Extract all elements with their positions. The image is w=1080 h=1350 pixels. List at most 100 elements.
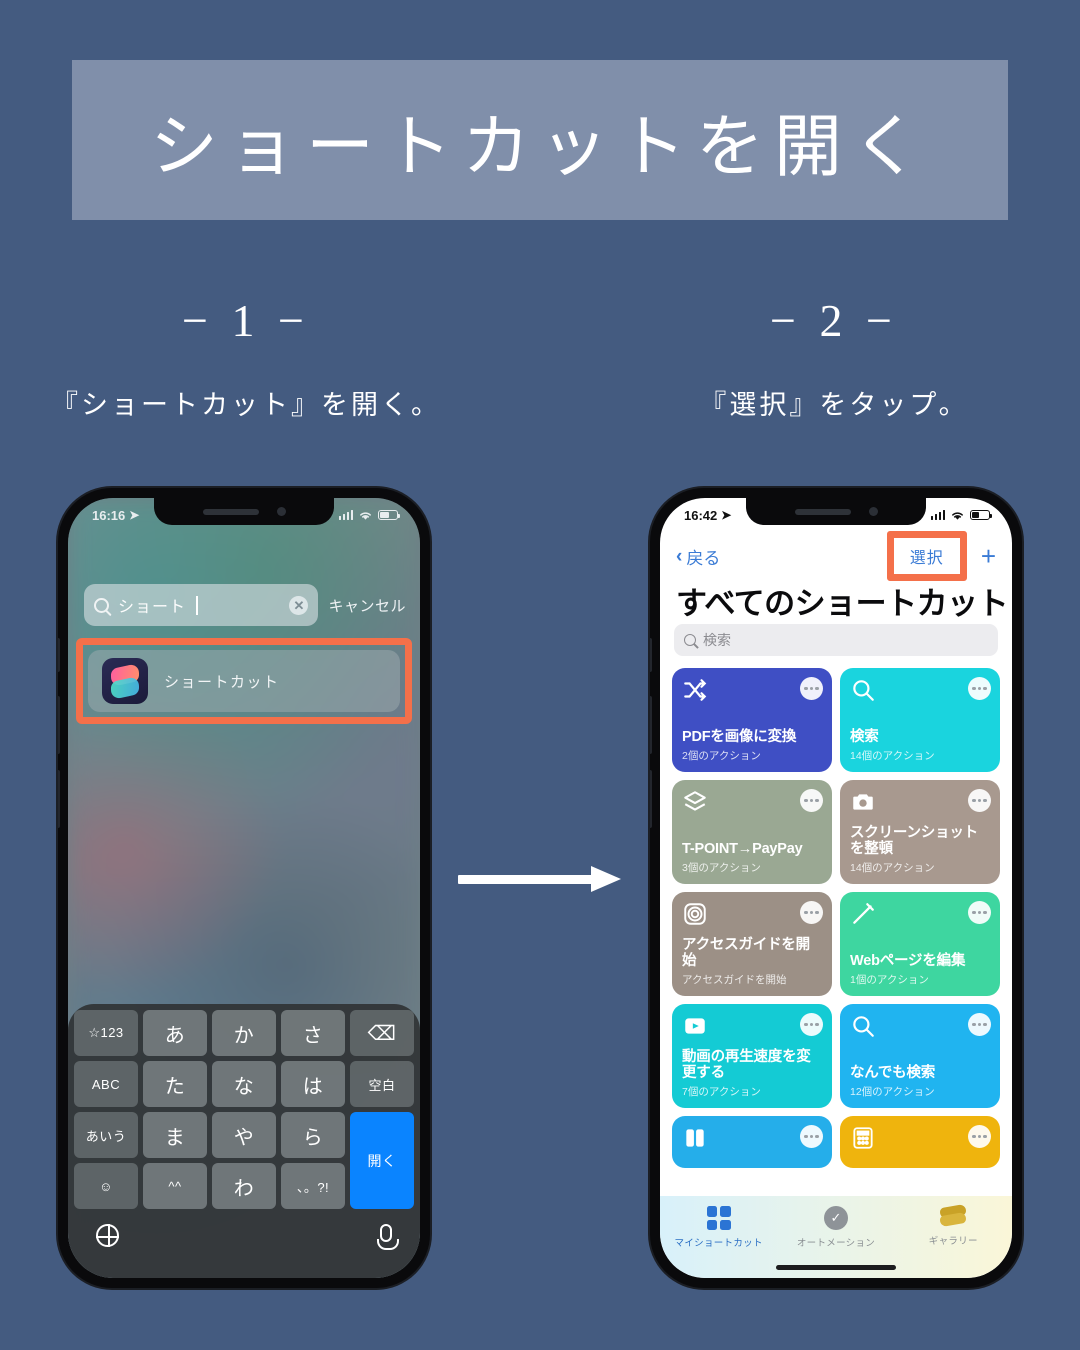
key-ka[interactable]: か: [212, 1010, 276, 1056]
tab-label: マイショートカット: [674, 1238, 763, 1249]
key-ha[interactable]: は: [281, 1061, 345, 1107]
battery-icon: [970, 510, 992, 520]
tile-subtitle: 7個のアクション: [682, 1086, 761, 1098]
search-result-shortcuts-app[interactable]: ショートカット: [88, 650, 400, 712]
more-options-icon[interactable]: [800, 677, 823, 700]
tile-name: アクセスガイドを開始: [682, 936, 810, 970]
status-time: 16:16: [92, 507, 126, 523]
globe-icon[interactable]: [96, 1224, 119, 1247]
shortcut-tile[interactable]: [672, 1116, 832, 1168]
tile-subtitle: 1個のアクション: [850, 974, 929, 986]
signal-icon: [930, 510, 945, 520]
navigation-bar: ‹ 戻る 選択 +: [660, 531, 1012, 581]
search-icon: [853, 1016, 874, 1037]
tab-label: ギャラリー: [928, 1236, 978, 1247]
key-sa[interactable]: さ: [281, 1010, 345, 1056]
tile-subtitle: アクセスガイドを開始: [682, 974, 787, 986]
more-options-icon[interactable]: [968, 677, 991, 700]
tile-name: なんでも検索: [850, 1065, 936, 1082]
key-ra[interactable]: ら: [281, 1112, 345, 1158]
tile-subtitle: 3個のアクション: [682, 862, 761, 874]
wifi-icon: [360, 511, 371, 520]
shortcut-tile[interactable]: アクセスガイドを開始 アクセスガイドを開始: [672, 892, 832, 996]
tab-my-shortcuts[interactable]: マイショートカット: [661, 1206, 777, 1249]
notch: [746, 498, 926, 525]
pencil-icon: [853, 903, 874, 924]
key-abc[interactable]: ABC: [74, 1061, 138, 1107]
signal-icon: [338, 510, 353, 520]
shortcut-tile[interactable]: スクリーンショットを整頓 14個のアクション: [840, 780, 1000, 884]
key-open-return[interactable]: 開く: [350, 1112, 414, 1209]
shortcut-tile[interactable]: なんでも検索 12個のアクション: [840, 1004, 1000, 1108]
status-time: 16:42: [684, 507, 718, 523]
tile-subtitle: 12個のアクション: [850, 1086, 935, 1098]
shortcut-tile[interactable]: T-POINT→PayPay 3個のアクション: [672, 780, 832, 884]
key-a[interactable]: あ: [143, 1010, 207, 1056]
tile-name: Webページを編集: [850, 953, 966, 970]
select-button-label: 選択: [909, 550, 944, 567]
more-options-icon[interactable]: [800, 1125, 823, 1148]
step-1-caption: 『ショートカット』を開く。: [51, 389, 441, 420]
key-space[interactable]: 空白: [350, 1061, 414, 1107]
title-banner: ショートカットを開く: [72, 60, 1008, 220]
key-na[interactable]: な: [212, 1061, 276, 1107]
search-icon: [684, 634, 696, 646]
microphone-icon[interactable]: [377, 1224, 399, 1250]
shortcut-tile[interactable]: 動画の再生速度を変更する 7個のアクション: [672, 1004, 832, 1108]
shortcut-tile[interactable]: Webページを編集 1個のアクション: [840, 892, 1000, 996]
more-options-icon[interactable]: [968, 789, 991, 812]
japanese-keyboard[interactable]: ☆123 あ か さ ⌫ ABC た な は 空白 あいう ま や ら 開く ☺…: [68, 1004, 420, 1278]
key-emoji[interactable]: ☺: [74, 1163, 138, 1209]
shuffle-icon: [684, 679, 707, 701]
tab-gallery[interactable]: ギャラリー: [895, 1203, 1011, 1247]
page-heading: すべてのショートカット: [676, 586, 1009, 621]
key-symbols[interactable]: ☆123: [74, 1010, 138, 1056]
tile-subtitle: 2個のアクション: [682, 750, 761, 762]
step-1-header: − 1 − 『ショートカット』を開く。: [16, 295, 476, 422]
step-2-caption: 『選択』をタップ。: [699, 389, 969, 420]
key-ma[interactable]: ま: [143, 1112, 207, 1158]
select-button[interactable]: 選択: [886, 531, 967, 581]
key-punctuation[interactable]: 、。?!: [281, 1163, 345, 1209]
search-icon: [94, 597, 109, 613]
more-options-icon[interactable]: [968, 901, 991, 924]
play-icon: [685, 1018, 705, 1034]
phone-2-screen: 16:42 ➤ ‹ 戻る 選択 + すべてのショートカット 検索 PDFを画像に…: [660, 498, 1012, 1278]
more-options-icon[interactable]: [968, 1125, 991, 1148]
shortcut-tile[interactable]: 検索 14個のアクション: [840, 668, 1000, 772]
key-ta[interactable]: た: [143, 1061, 207, 1107]
step-2-number: − 2 −: [770, 295, 898, 346]
key-backspace[interactable]: ⌫: [350, 1010, 414, 1056]
shortcut-tile[interactable]: [840, 1116, 1000, 1168]
shortcuts-search-input[interactable]: 検索: [674, 624, 998, 656]
search-placeholder: 検索: [703, 632, 731, 648]
shortcuts-app-icon: [102, 658, 148, 704]
calculator-icon: [853, 1127, 873, 1149]
key-kaomoji[interactable]: ^^: [143, 1163, 207, 1209]
key-wa[interactable]: わ: [212, 1163, 276, 1209]
add-shortcut-button[interactable]: +: [981, 543, 996, 569]
layers-icon: [940, 1203, 967, 1228]
spotlight-search-row[interactable]: ショート ✕ キャンセル: [84, 584, 406, 626]
notch: [154, 498, 334, 525]
more-options-icon[interactable]: [800, 789, 823, 812]
cancel-button[interactable]: キャンセル: [328, 595, 406, 616]
more-options-icon[interactable]: [968, 1013, 991, 1036]
location-arrow-icon: ➤: [721, 508, 732, 522]
back-button[interactable]: ‹ 戻る: [676, 544, 720, 569]
shortcut-tile[interactable]: PDFを画像に変換 2個のアクション: [672, 668, 832, 772]
tile-subtitle: 14個のアクション: [850, 862, 935, 874]
more-options-icon[interactable]: [800, 1013, 823, 1036]
key-ya[interactable]: や: [212, 1112, 276, 1158]
tile-name: スクリーンショットを整頓: [850, 824, 978, 858]
search-input[interactable]: ショート ✕: [84, 584, 319, 626]
clear-search-button[interactable]: ✕: [289, 595, 309, 615]
book-icon: [686, 1129, 704, 1147]
more-options-icon[interactable]: [800, 901, 823, 924]
text-caret: [196, 595, 199, 615]
tab-automation[interactable]: オートメーション: [778, 1206, 894, 1249]
key-kana[interactable]: あいう: [74, 1112, 138, 1158]
home-indicator: [776, 1265, 896, 1270]
tab-label: オートメーション: [796, 1238, 876, 1249]
grid-icon: [706, 1206, 731, 1230]
